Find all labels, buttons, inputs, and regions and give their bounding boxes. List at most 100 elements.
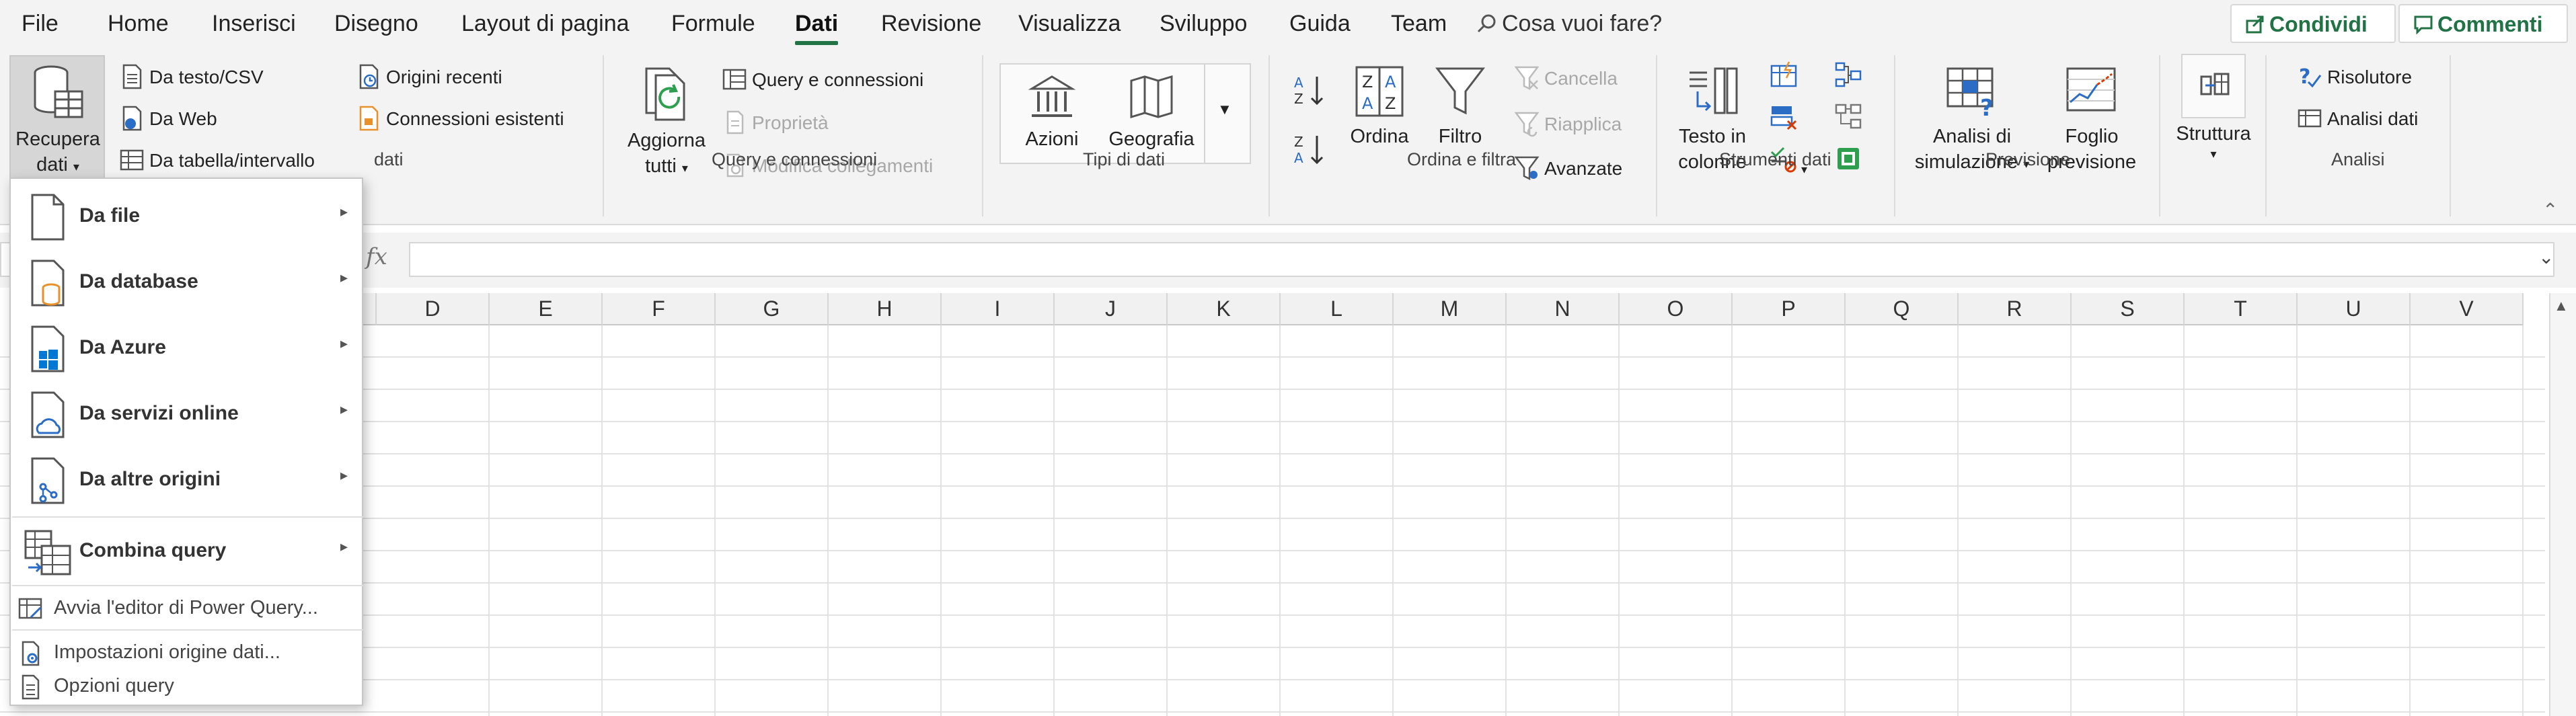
tab-revisione[interactable]: Revisione <box>881 11 981 37</box>
tell-me-search[interactable]: Cosa vuoi fare? <box>1476 11 1662 37</box>
group-label-tipi: Tipi di dati <box>1083 149 1166 169</box>
solver-icon: ? <box>2299 65 2322 89</box>
column-header[interactable]: U <box>2298 293 2411 325</box>
column-header[interactable]: F <box>603 293 716 325</box>
column-header[interactable]: P <box>1733 293 1846 325</box>
comments-button[interactable]: Commenti <box>2398 4 2568 43</box>
tab-home[interactable]: Home <box>108 11 169 37</box>
tab-team[interactable]: Team <box>1391 11 1447 37</box>
text-file-icon <box>122 64 142 89</box>
da-testo-csv-button[interactable]: Da testo/CSV <box>118 63 264 90</box>
remove-duplicates-button[interactable] <box>1769 102 1798 136</box>
column-header[interactable]: N <box>1507 293 1620 325</box>
tab-visualizza[interactable]: Visualizza <box>1018 11 1121 37</box>
menu-item-da-file[interactable]: Da file ▸ <box>11 184 362 250</box>
vertical-scrollbar[interactable] <box>2549 293 2576 716</box>
da-web-button[interactable]: Da Web <box>118 105 217 132</box>
geografia-button[interactable]: Geografia <box>1103 73 1200 152</box>
formula-input[interactable] <box>409 242 2554 277</box>
menu-item-da-database[interactable]: Da database ▸ <box>11 250 362 316</box>
cancella-button[interactable]: Cancella <box>1513 65 1618 91</box>
menu-item-combina-query[interactable]: Combina query ▸ <box>11 519 362 585</box>
analisi-label-line1: Analisi di <box>1932 126 2012 147</box>
column-header[interactable]: O <box>1620 293 1733 325</box>
tab-dati[interactable]: Dati <box>795 11 839 45</box>
sort-ascending-button[interactable]: AZ <box>1293 73 1328 112</box>
map-icon <box>1130 75 1173 119</box>
share-button[interactable]: Condividi <box>2230 4 2396 43</box>
menu-item-da-azure[interactable]: Da Azure ▸ <box>11 316 362 382</box>
analisi-dati-button[interactable]: Analisi dati <box>2296 105 2418 132</box>
connessioni-esistenti-button[interactable]: Connessioni esistenti <box>355 105 564 132</box>
filtro-button[interactable]: Filtro <box>1427 65 1493 149</box>
recupera-dati-dropdown: Da file ▸ Da database ▸ Da Azure ▸ Da se… <box>9 177 363 706</box>
grid-line <box>1618 325 1620 716</box>
struttura-label-group: Struttura ▾ <box>2170 121 2257 161</box>
tab-sviluppo[interactable]: Sviluppo <box>1160 11 1247 37</box>
column-header[interactable]: M <box>1394 293 1507 325</box>
column-header[interactable]: E <box>490 293 603 325</box>
table-icon <box>120 149 144 171</box>
column-header[interactable]: R <box>1959 293 2072 325</box>
data-model-button[interactable] <box>1833 144 1863 178</box>
proprieta-button[interactable]: Proprietà <box>721 109 829 136</box>
avanzate-button[interactable]: Avanzate <box>1513 155 1622 182</box>
aggiorna-label-line2: tutti ▾ <box>645 155 688 177</box>
tab-disegno[interactable]: Disegno <box>334 11 418 37</box>
svg-text:Z: Z <box>1385 94 1396 113</box>
cloud-icon <box>31 391 65 438</box>
column-header[interactable]: T <box>2185 293 2298 325</box>
column-header[interactable]: S <box>2072 293 2185 325</box>
menu-item-opzioni-query[interactable]: Opzioni query <box>11 666 362 706</box>
group-separator <box>2265 55 2267 216</box>
data-source-settings-icon <box>22 641 40 666</box>
refresh-all-icon <box>645 67 685 121</box>
tab-layout-di-pagina[interactable]: Layout di pagina <box>461 11 630 37</box>
menu-item-da-altre-origini[interactable]: Da altre origini ▸ <box>11 448 362 514</box>
struttura-button[interactable] <box>2181 54 2246 118</box>
consolidate-button[interactable] <box>1833 61 1863 95</box>
column-header[interactable]: V <box>2411 293 2524 325</box>
tab-formule[interactable]: Formule <box>671 11 755 37</box>
fx-icon[interactable]: fx <box>366 243 387 270</box>
collapse-ribbon-icon[interactable]: ⌃ <box>2542 199 2558 221</box>
menu-item-da-servizi-online[interactable]: Da servizi online ▸ <box>11 382 362 448</box>
grid-line <box>1166 325 1168 716</box>
column-header[interactable]: I <box>942 293 1055 325</box>
relationships-icon <box>1835 104 1862 129</box>
flash-fill-icon <box>1770 61 1797 87</box>
chevron-down-icon[interactable]: ⌄ <box>2538 246 2554 268</box>
relationships-button[interactable] <box>1833 102 1863 136</box>
menu-item-avvia-power-query[interactable]: Avvia l'editor di Power Query... <box>11 588 362 628</box>
grid-line <box>1731 325 1733 716</box>
tab-file[interactable]: File <box>22 11 59 37</box>
sort-descending-button[interactable]: ZA <box>1293 132 1328 171</box>
column-header[interactable]: G <box>716 293 829 325</box>
aggiorna-tutti-button[interactable]: Aggiorna tutti ▾ <box>616 66 717 181</box>
column-header[interactable]: D <box>377 293 490 325</box>
menu-separator <box>12 516 363 518</box>
menu-separator <box>12 629 363 631</box>
database-icon <box>31 260 65 307</box>
what-if-analysis-icon: ? <box>1946 67 1994 118</box>
risolutore-button[interactable]: ? Risolutore <box>2296 63 2412 90</box>
column-header[interactable]: L <box>1281 293 1394 325</box>
bank-building-icon <box>1028 75 1076 117</box>
worksheet-grid[interactable] <box>0 325 2545 716</box>
origini-recenti-button[interactable]: Origini recenti <box>355 63 502 90</box>
tab-inserisci[interactable]: Inserisci <box>212 11 296 37</box>
query-connessioni-button[interactable]: Query e connessioni <box>721 66 923 93</box>
column-header[interactable]: H <box>829 293 942 325</box>
group-separator <box>2159 55 2160 216</box>
outline-group-icon <box>2200 73 2230 95</box>
column-header[interactable]: K <box>1168 293 1281 325</box>
da-tabella-intervallo-button[interactable]: Da tabella/intervallo <box>118 147 315 173</box>
tab-guida[interactable]: Guida <box>1289 11 1351 37</box>
scroll-up-icon[interactable]: ▲ <box>2554 297 2569 315</box>
flash-fill-button[interactable] <box>1769 61 1798 95</box>
riapplica-button[interactable]: Riapplica <box>1513 110 1622 137</box>
azioni-button[interactable]: Azioni <box>1009 73 1095 152</box>
column-header[interactable]: J <box>1055 293 1168 325</box>
ordina-button[interactable]: Z A A Z Ordina <box>1344 65 1415 149</box>
column-header[interactable]: Q <box>1846 293 1959 325</box>
